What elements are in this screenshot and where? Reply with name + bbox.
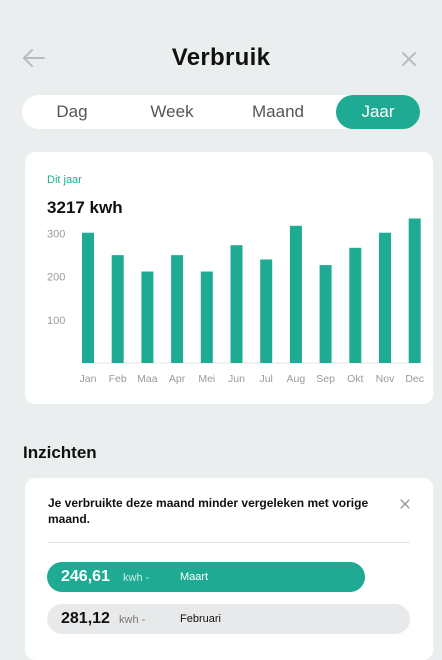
bar-sep — [319, 265, 332, 363]
y-tick-label: 100 — [47, 315, 65, 327]
current-month-bar: 246,61 kwh - Maart — [47, 562, 365, 592]
x-tick-label: Mei — [198, 373, 215, 385]
x-tick-label: Nov — [376, 373, 395, 385]
current-unit: kwh - — [123, 572, 150, 584]
bar-chart: 100 200 300 Jan Feb Maa Apr Mei Jun Jul Aug Sep Okt N… — [47, 218, 424, 385]
tab-jaar[interactable]: Jaar — [336, 95, 420, 129]
close-icon[interactable] — [398, 497, 412, 511]
current-value: 246,61 — [61, 568, 110, 585]
bar-maa — [141, 271, 154, 363]
tab-week[interactable]: Week — [122, 95, 222, 129]
close-icon[interactable] — [396, 46, 422, 72]
insight-card: Je verbruikte deze maand minder vergelek… — [25, 478, 433, 660]
x-tick-label: Aug — [287, 373, 306, 385]
x-tick-label: Jun — [228, 373, 245, 385]
previous-unit: kwh - — [119, 614, 146, 626]
insight-message: Je verbruikte deze maand minder vergelek… — [48, 496, 369, 526]
x-tick-label: Jul — [259, 373, 272, 385]
bar-nov — [379, 232, 391, 363]
page-title: Verbruik — [171, 44, 271, 71]
current-month: Maart — [180, 571, 209, 583]
previous-month-bar: 281,12 kwh - Februari — [47, 604, 410, 634]
previous-value: 281,12 — [61, 610, 110, 627]
bar-jul — [260, 259, 273, 363]
bar-aug — [289, 225, 302, 363]
bar-jan — [82, 232, 94, 363]
x-tick-label: Jan — [80, 373, 97, 385]
period-segmented-control: Dag Week Maand Jaar — [22, 95, 420, 129]
x-tick-label: Okt — [347, 373, 363, 385]
tab-dag[interactable]: Dag — [22, 95, 122, 129]
previous-month: Februari — [180, 613, 221, 625]
bar-dec — [408, 218, 421, 363]
x-tick-label: Dec — [405, 373, 424, 385]
header: Verbruik — [0, 0, 442, 100]
usage-chart-card: Dit jaar 3217 kwh 100 200 300 Jan Feb Maa Apr M… — [25, 152, 433, 404]
bar-apr — [171, 255, 184, 363]
divider — [47, 542, 410, 543]
bar-mei — [200, 271, 213, 363]
y-tick-label: 300 — [47, 229, 65, 241]
bar-feb — [111, 255, 124, 363]
x-tick-label: Apr — [169, 373, 186, 385]
x-tick-label: Sep — [316, 373, 335, 385]
y-tick-label: 200 — [47, 272, 65, 284]
bar-jun — [230, 245, 243, 363]
tab-maand[interactable]: Maand — [222, 95, 334, 129]
insights-title: Inzichten — [23, 443, 97, 462]
x-tick-label: Feb — [109, 373, 127, 385]
bar-okt — [349, 247, 362, 363]
x-tick-label: Maa — [137, 373, 158, 385]
